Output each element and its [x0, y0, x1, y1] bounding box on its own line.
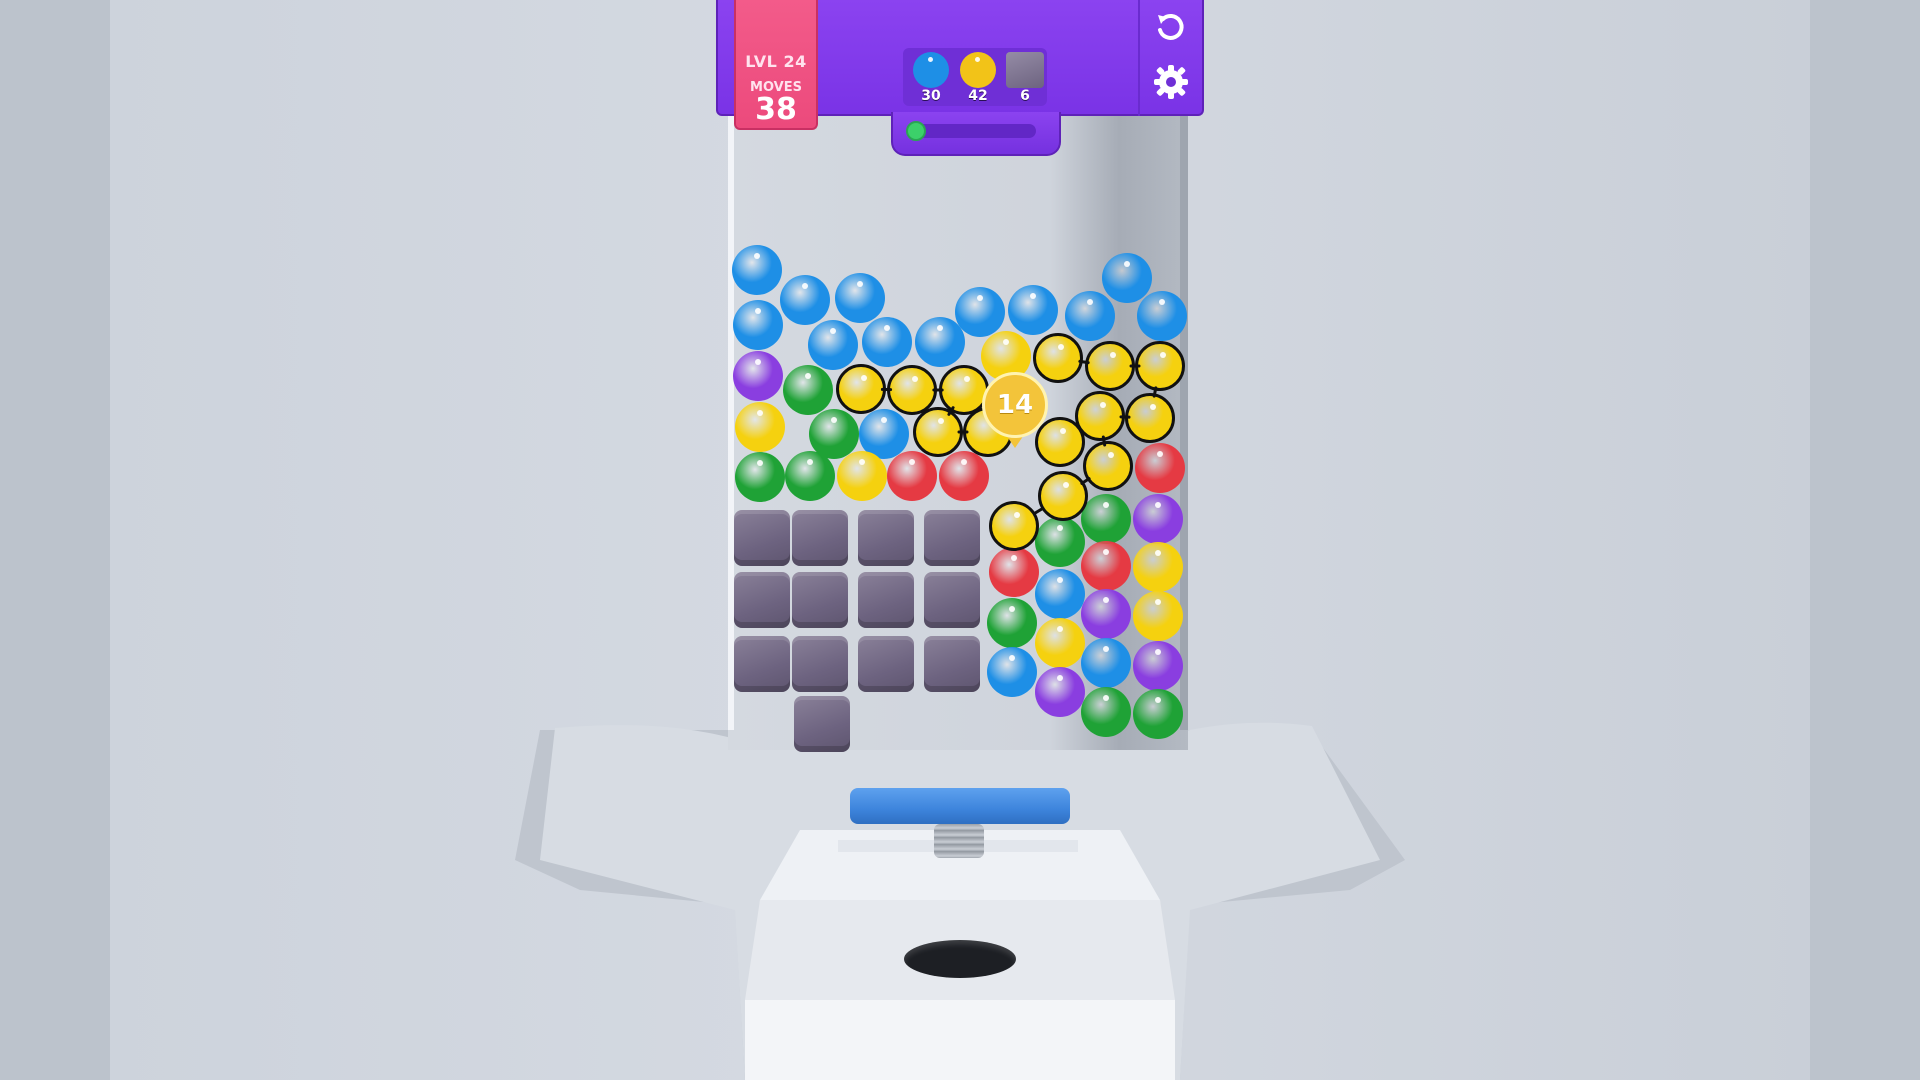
goal-block-count: 6	[1020, 88, 1030, 104]
yellow-ball[interactable]	[1035, 417, 1085, 467]
yellow-ball[interactable]	[1133, 591, 1183, 641]
green-ball[interactable]	[987, 598, 1037, 648]
stone-block	[794, 696, 850, 752]
tube-highlight	[728, 110, 734, 730]
yellow-ball[interactable]	[989, 501, 1039, 551]
blue-ball[interactable]	[780, 275, 830, 325]
stone-block	[924, 636, 980, 692]
stone-block	[924, 572, 980, 628]
yellow-ball-icon	[960, 52, 996, 88]
tube-shadow	[1180, 110, 1188, 730]
blue-ball-icon	[913, 52, 949, 88]
blue-ball[interactable]	[733, 300, 783, 350]
settings-button[interactable]	[1149, 60, 1193, 104]
game-scene: 14 LVL 24 MOVES 38 30 42 6	[0, 0, 1920, 1080]
goal-blue: 30	[911, 52, 951, 108]
level-moves-card: LVL 24 MOVES 38	[734, 0, 818, 130]
stone-block	[792, 636, 848, 692]
yellow-ball[interactable]	[1035, 618, 1085, 668]
blue-ball[interactable]	[955, 287, 1005, 337]
green-ball[interactable]	[1081, 494, 1131, 544]
purple-ball[interactable]	[733, 351, 783, 401]
green-ball[interactable]	[1035, 517, 1085, 567]
selection-count-badge: 14	[982, 372, 1048, 438]
blue-ball[interactable]	[732, 245, 782, 295]
purple-ball[interactable]	[1133, 494, 1183, 544]
blue-ball[interactable]	[862, 317, 912, 367]
hud-divider	[1138, 0, 1140, 116]
stone-block	[792, 572, 848, 628]
blue-ball[interactable]	[1035, 569, 1085, 619]
restart-icon	[1158, 13, 1184, 40]
selection-count: 14	[996, 390, 1034, 420]
left-wall-shade	[0, 0, 110, 1080]
purple-ball[interactable]	[1081, 589, 1131, 639]
gear-icon	[1154, 65, 1188, 99]
yellow-ball[interactable]	[1133, 542, 1183, 592]
stone-block	[792, 510, 848, 566]
launch-hole	[904, 940, 1016, 978]
restart-button[interactable]	[1149, 6, 1193, 50]
progress-track	[914, 124, 1036, 138]
launch-plunger[interactable]	[850, 788, 1070, 824]
goal-yellow: 42	[958, 52, 998, 108]
yellow-ball[interactable]	[913, 407, 963, 457]
blue-ball[interactable]	[808, 320, 858, 370]
yellow-ball[interactable]	[1125, 393, 1175, 443]
blue-ball[interactable]	[1102, 253, 1152, 303]
right-wall-shade	[1810, 0, 1920, 1080]
stone-block	[858, 510, 914, 566]
launcher-spring	[934, 824, 984, 858]
stone-block	[858, 572, 914, 628]
green-ball[interactable]	[1133, 689, 1183, 739]
green-ball[interactable]	[785, 451, 835, 501]
level-label: LVL 24	[745, 52, 807, 71]
yellow-ball[interactable]	[1135, 341, 1185, 391]
blue-ball[interactable]	[987, 647, 1037, 697]
yellow-ball[interactable]	[837, 451, 887, 501]
yellow-ball[interactable]	[735, 402, 785, 452]
green-ball[interactable]	[735, 452, 785, 502]
moves-counter: 38	[755, 92, 797, 127]
red-ball[interactable]	[1135, 443, 1185, 493]
yellow-ball[interactable]	[1083, 441, 1133, 491]
yellow-ball[interactable]	[836, 364, 886, 414]
goal-yellow-count: 42	[968, 88, 988, 104]
blue-ball[interactable]	[1065, 291, 1115, 341]
yellow-ball[interactable]	[1038, 471, 1088, 521]
progress-start-marker	[906, 121, 926, 141]
goal-blue-count: 30	[921, 88, 941, 104]
stone-block	[734, 572, 790, 628]
blue-ball[interactable]	[1081, 638, 1131, 688]
blue-ball[interactable]	[835, 273, 885, 323]
stone-block	[734, 510, 790, 566]
red-ball[interactable]	[939, 451, 989, 501]
purple-ball[interactable]	[1035, 667, 1085, 717]
purple-ball[interactable]	[1133, 641, 1183, 691]
red-ball[interactable]	[989, 547, 1039, 597]
goal-block: 6	[1005, 52, 1045, 108]
stone-block	[858, 636, 914, 692]
green-ball[interactable]	[1081, 687, 1131, 737]
stone-block	[924, 510, 980, 566]
blue-ball[interactable]	[1008, 285, 1058, 335]
green-ball[interactable]	[783, 365, 833, 415]
stone-block	[734, 636, 790, 692]
red-ball[interactable]	[1081, 541, 1131, 591]
red-ball[interactable]	[887, 451, 937, 501]
stone-block-icon	[1006, 52, 1044, 88]
yellow-ball[interactable]	[1033, 333, 1083, 383]
yellow-ball[interactable]	[1085, 341, 1135, 391]
blue-ball[interactable]	[1137, 291, 1187, 341]
